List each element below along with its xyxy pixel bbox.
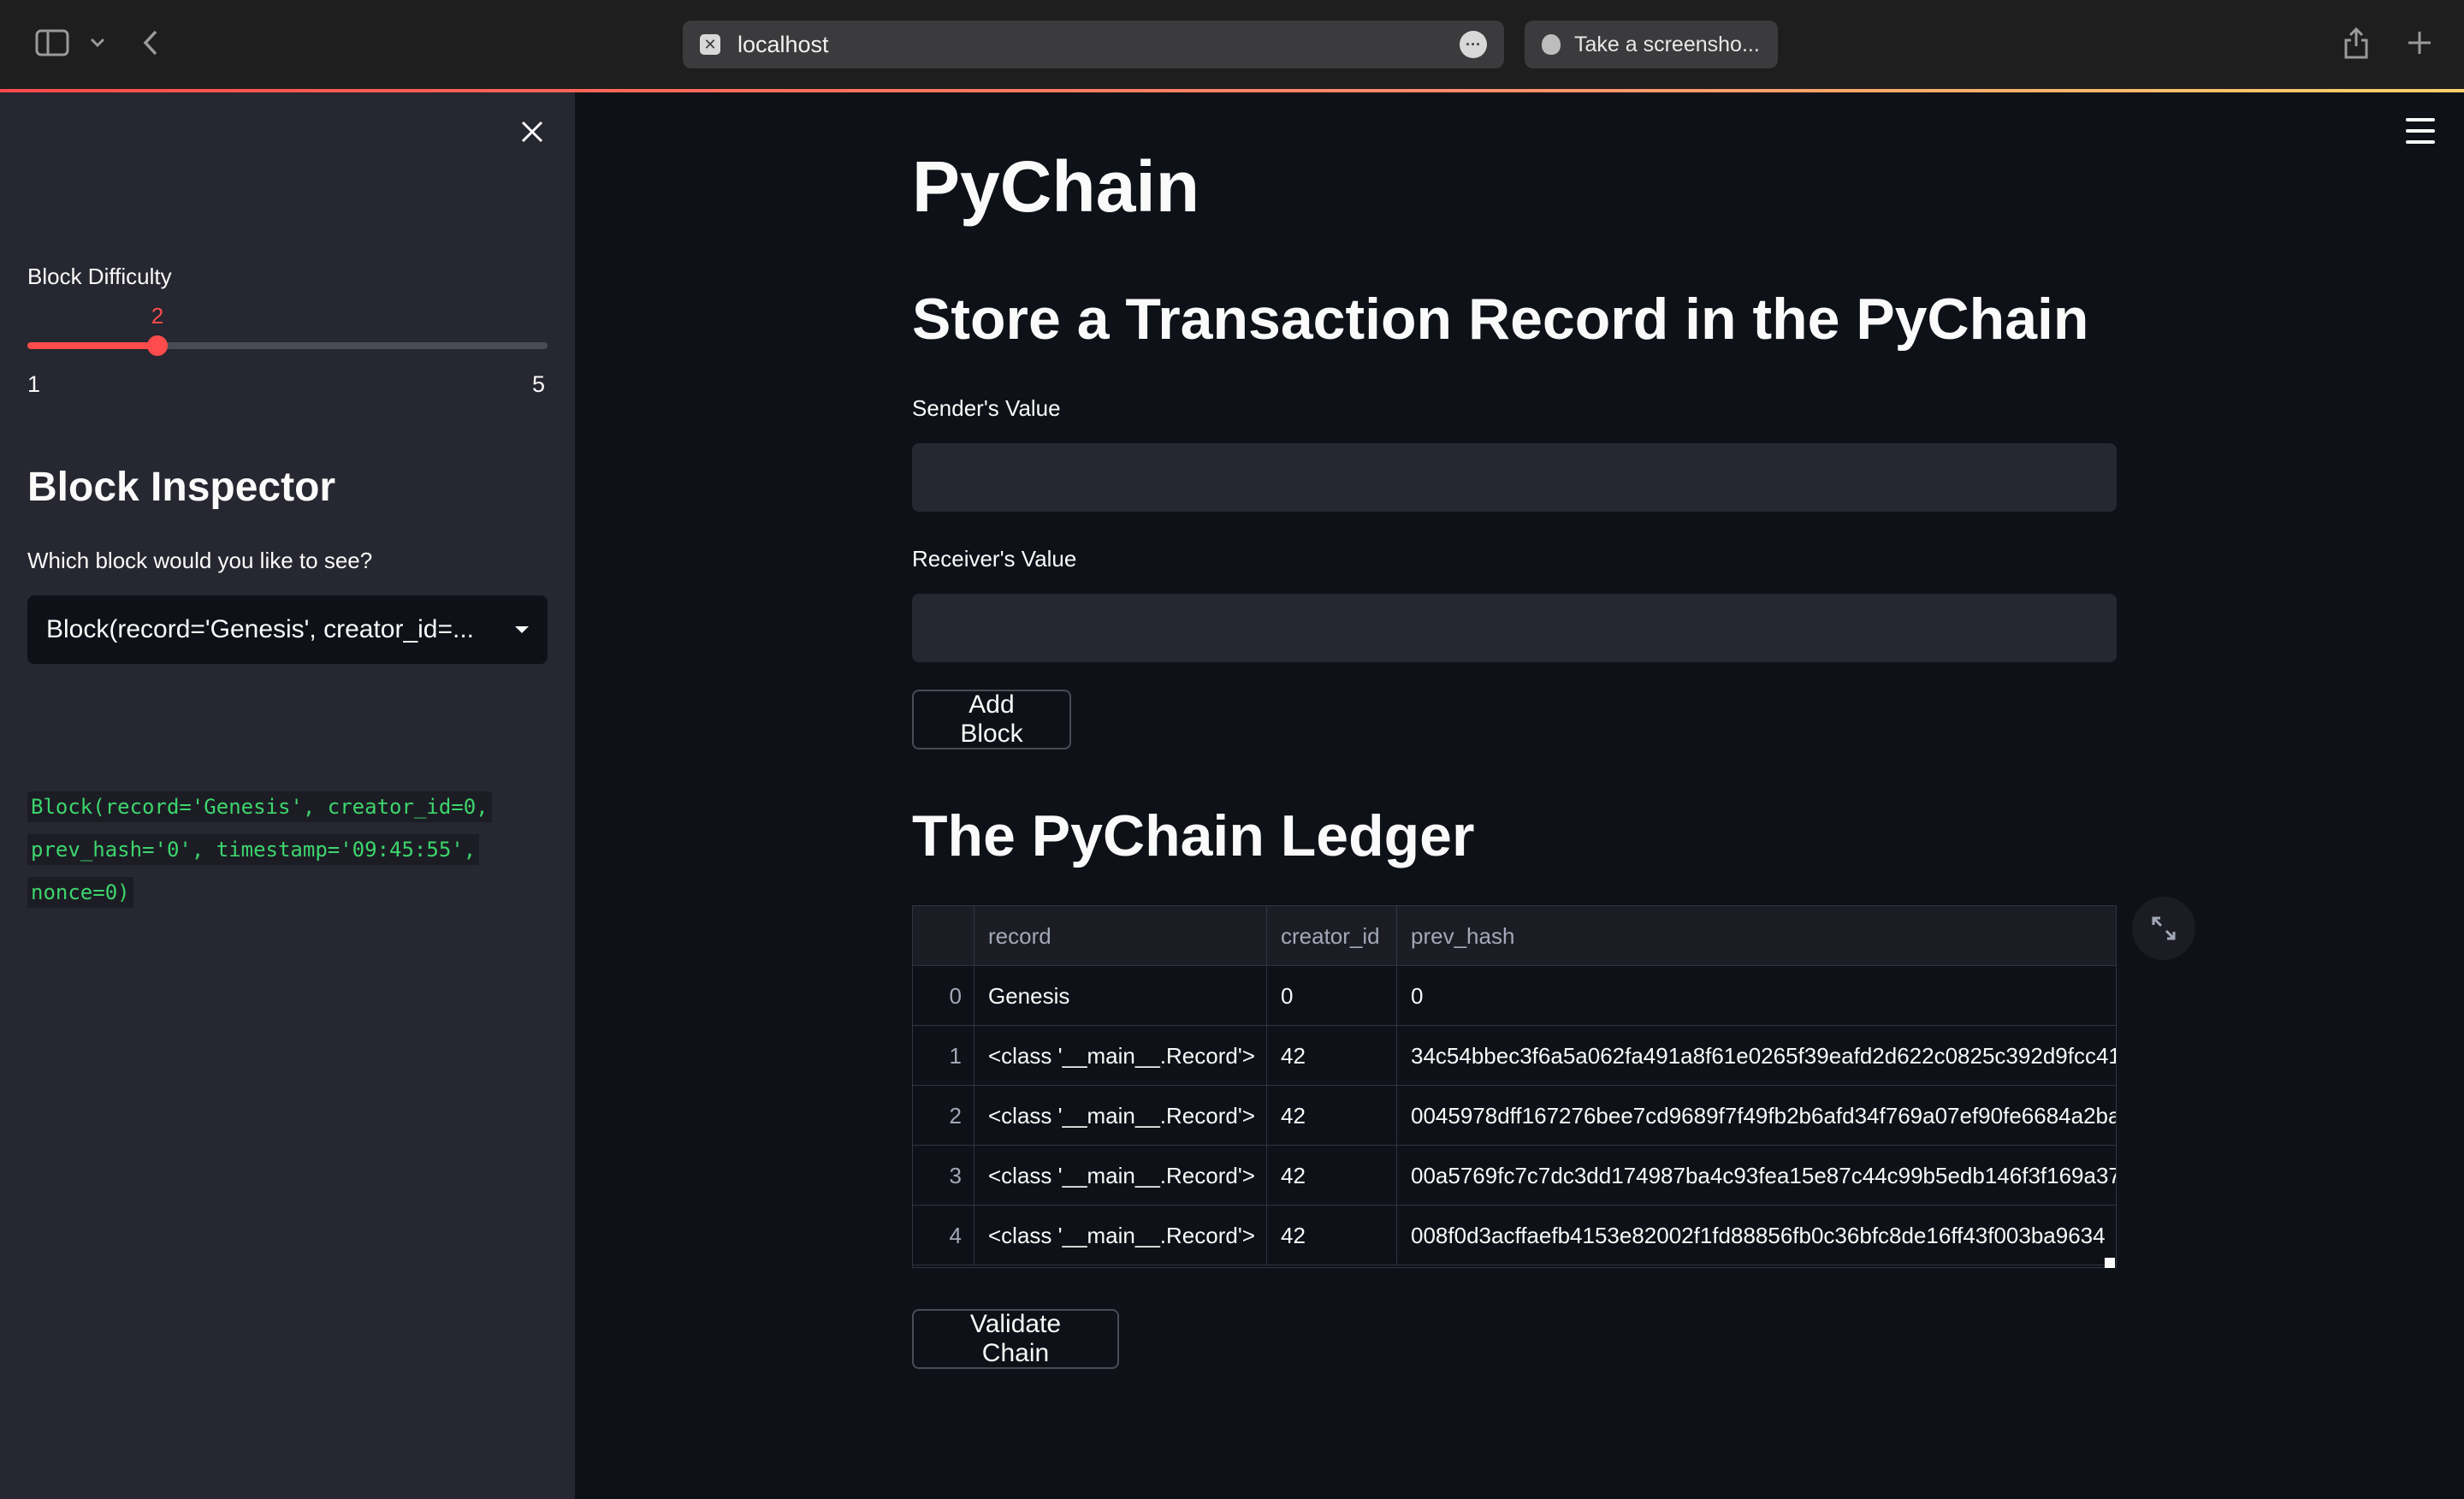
hamburger-menu-icon[interactable] xyxy=(2406,118,2435,144)
record-cell[interactable]: Genesis xyxy=(974,966,1267,1026)
prev-hash-cell[interactable]: 0 xyxy=(1397,966,2116,1026)
prev-hash-cell[interactable]: 34c54bbec3f6a5a062fa491a8f61e0265f39eafd… xyxy=(1397,1026,2116,1086)
row-index: 4 xyxy=(913,1206,974,1265)
creator-id-cell[interactable]: 42 xyxy=(1267,1206,1397,1265)
sidebar-toggle-icon[interactable] xyxy=(34,27,70,58)
block-select-label: Which block would you like to see? xyxy=(27,548,373,573)
slider-max-label: 5 xyxy=(532,371,546,397)
ledger-heading: The PyChain Ledger xyxy=(912,803,1475,868)
difficulty-slider-thumb[interactable] xyxy=(147,335,168,356)
apple-logo-icon xyxy=(1542,34,1561,55)
sender-value-label: Sender's Value xyxy=(912,395,1061,421)
block-inspector-heading: Block Inspector xyxy=(27,465,336,510)
difficulty-slider-fill xyxy=(27,342,157,349)
code-line: prev_hash='0', timestamp='09:45:55', xyxy=(27,834,480,865)
more-options-icon[interactable]: ··· xyxy=(1460,31,1487,58)
record-cell[interactable]: <class '__main__.Record'> xyxy=(974,1146,1267,1206)
address-bar[interactable]: ✕ localhost ··· xyxy=(683,21,1504,68)
receiver-value-label: Receiver's Value xyxy=(912,546,1077,572)
validate-chain-button[interactable]: Validate Chain xyxy=(912,1309,1119,1369)
back-arrow-icon[interactable] xyxy=(137,26,164,60)
creator-id-cell[interactable]: 42 xyxy=(1267,1086,1397,1146)
slider-current-value: 2 xyxy=(151,303,164,329)
table-row: 3 <class '__main__.Record'> 42 00a5769fc… xyxy=(913,1146,2116,1206)
receiver-value-input[interactable] xyxy=(912,594,2117,662)
browser-toolbar: ✕ localhost ··· Take a screensho... xyxy=(0,0,2464,89)
store-transaction-heading: Store a Transaction Record in the PyChai… xyxy=(912,287,2089,352)
page-title: PyChain xyxy=(912,146,1200,227)
creator-id-cell[interactable]: 0 xyxy=(1267,966,1397,1026)
prev-hash-cell[interactable]: 00a5769fc7c7dc3dd174987ba4c93fea15e87c44… xyxy=(1397,1146,2116,1206)
sender-value-input[interactable] xyxy=(912,443,2117,512)
column-header-creator-id[interactable]: creator_id xyxy=(1267,906,1397,966)
table-header-row: record creator_id prev_hash xyxy=(913,906,2116,966)
record-cell[interactable]: <class '__main__.Record'> xyxy=(974,1086,1267,1146)
table-resize-handle[interactable] xyxy=(2105,1258,2115,1268)
row-index: 3 xyxy=(913,1146,974,1206)
chevron-down-icon[interactable] xyxy=(87,33,108,53)
site-favicon-icon: ✕ xyxy=(700,34,720,55)
row-index: 1 xyxy=(913,1026,974,1086)
column-header-index xyxy=(913,906,974,966)
tab-take-screenshot[interactable]: Take a screensho... xyxy=(1525,21,1778,68)
record-cell[interactable]: <class '__main__.Record'> xyxy=(974,1026,1267,1086)
dropdown-caret-icon xyxy=(515,626,529,633)
creator-id-cell[interactable]: 42 xyxy=(1267,1146,1397,1206)
block-select-dropdown[interactable]: Block(record='Genesis', creator_id=... xyxy=(27,595,548,664)
code-line: nonce=0) xyxy=(27,877,133,908)
fullscreen-expand-icon[interactable] xyxy=(2132,897,2195,960)
row-index: 0 xyxy=(913,966,974,1026)
column-header-prev-hash[interactable]: prev_hash xyxy=(1397,906,2116,966)
table-row: 2 <class '__main__.Record'> 42 0045978df… xyxy=(913,1086,2116,1146)
record-cell[interactable]: <class '__main__.Record'> xyxy=(974,1206,1267,1265)
share-icon[interactable] xyxy=(2341,24,2372,62)
new-tab-plus-icon[interactable] xyxy=(2404,27,2435,58)
table-row: 1 <class '__main__.Record'> 42 34c54bbec… xyxy=(913,1026,2116,1086)
block-code-output: Block(record='Genesis', creator_id=0, pr… xyxy=(27,785,541,914)
table-row: 4 <class '__main__.Record'> 42 008f0d3ac… xyxy=(913,1206,2116,1265)
creator-id-cell[interactable]: 42 xyxy=(1267,1026,1397,1086)
sidebar: Block Difficulty 2 1 5 Block Inspector W… xyxy=(0,92,575,1499)
ledger-table[interactable]: record creator_id prev_hash 0 Genesis 0 … xyxy=(912,905,2117,1268)
selected-block-text: Block(record='Genesis', creator_id=... xyxy=(46,615,475,643)
block-difficulty-label: Block Difficulty xyxy=(27,264,172,289)
table-row: 0 Genesis 0 0 xyxy=(913,966,2116,1026)
row-index: 2 xyxy=(913,1086,974,1146)
close-sidebar-icon[interactable] xyxy=(517,116,548,147)
add-block-button[interactable]: Add Block xyxy=(912,690,1071,750)
prev-hash-cell[interactable]: 008f0d3acffaefb4153e82002f1fd88856fb0c36… xyxy=(1397,1206,2116,1265)
url-text: localhost xyxy=(737,31,829,57)
tab-label: Take a screensho... xyxy=(1574,32,1760,56)
prev-hash-cell[interactable]: 0045978dff167276bee7cd9689f7f49fb2b6afd3… xyxy=(1397,1086,2116,1146)
code-line: Block(record='Genesis', creator_id=0, xyxy=(27,791,492,822)
column-header-record[interactable]: record xyxy=(974,906,1267,966)
slider-min-label: 1 xyxy=(27,371,41,397)
